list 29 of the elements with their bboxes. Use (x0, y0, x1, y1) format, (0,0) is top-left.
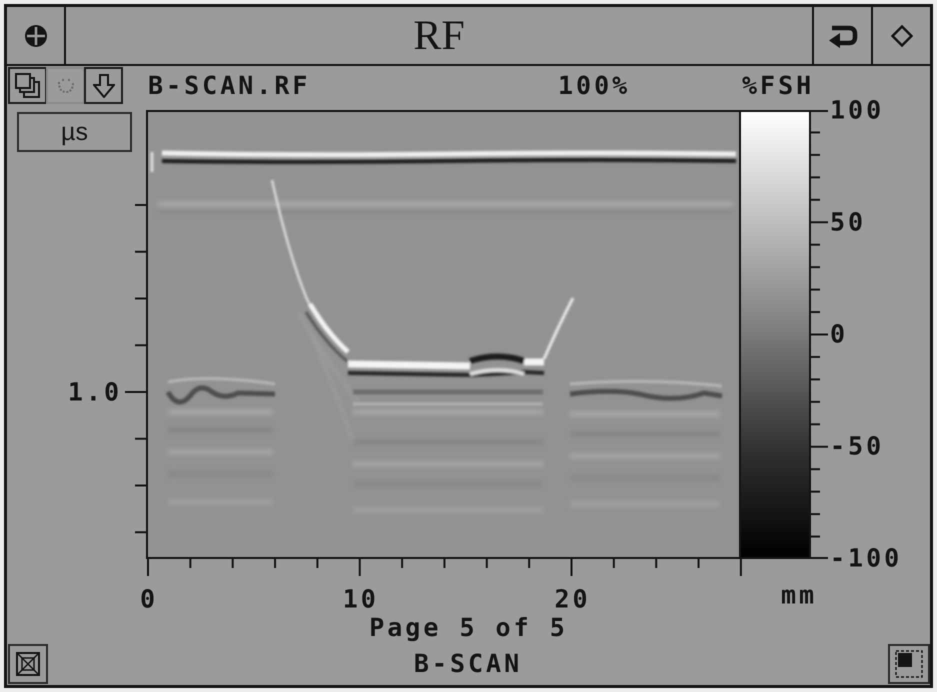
down-arrow-icon (92, 74, 114, 98)
color-scale-label: -50 (830, 434, 884, 458)
diamond-icon (890, 24, 912, 46)
u-curve-icon (56, 78, 74, 94)
x-axis-unit: mm (780, 582, 818, 608)
return-arrow-icon (828, 24, 858, 48)
color-scale-label: 50 (830, 210, 866, 234)
x-box-button[interactable] (8, 644, 48, 684)
x-axis-tick-label: 20 (554, 586, 591, 612)
tool-button[interactable] (84, 67, 123, 104)
view-name: B-SCAN (414, 651, 522, 676)
amplitude-unit: %FSH (742, 73, 814, 98)
x-axis-tick-label: 0 (140, 586, 158, 612)
layers-icon (14, 72, 40, 98)
page-indicator: Page 5 of 5 (369, 614, 568, 640)
tool-button[interactable] (8, 67, 47, 104)
x-box-icon (16, 652, 40, 676)
color-scale-label: 100 (830, 98, 884, 122)
color-scale-label: 0 (830, 322, 848, 346)
time-unit-button[interactable]: µs (17, 112, 132, 152)
target-icon (24, 24, 46, 46)
corner-square-icon (894, 650, 922, 678)
file-name: B-SCAN.RF (148, 73, 310, 98)
screen-title: RF (66, 7, 814, 64)
corner-square-button[interactable] (888, 644, 930, 684)
x-axis-tick-label: 10 (342, 586, 379, 612)
y-axis-tick-label: 1.0 (68, 380, 122, 404)
zoom-level: 100% (558, 73, 630, 98)
color-scale-label: -100 (830, 546, 902, 570)
